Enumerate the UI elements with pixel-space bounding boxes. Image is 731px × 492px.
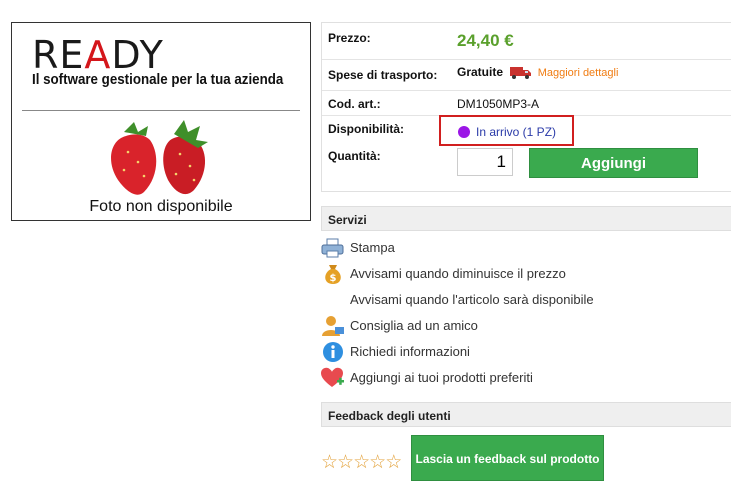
availability-value-group: In arrivo (1 PZ) <box>458 123 556 141</box>
no-photo-caption: Foto non disponibile <box>89 198 233 215</box>
service-label: Consiglia ad un amico <box>350 318 478 333</box>
image-divider <box>22 110 300 111</box>
price-row: Prezzo: 24,40 € <box>322 23 731 60</box>
code-value: DM1050MP3-A <box>457 97 540 111</box>
printer-icon <box>321 238 344 258</box>
availability-highlight: In arrivo (1 PZ) <box>439 115 574 146</box>
shipping-value: Gratuite <box>457 65 504 79</box>
price-value: 24,40 € <box>457 31 514 50</box>
service-label: Aggiungi ai tuoi prodotti preferiti <box>350 370 533 385</box>
shipping-label: Spese di trasporto: <box>328 68 438 82</box>
product-image-box: READY Il software gestionale per la tua … <box>11 22 311 221</box>
feedback-header: Feedback degli utenti <box>321 402 731 427</box>
add-to-cart-button[interactable]: Aggiungi <box>529 148 698 178</box>
truck-icon <box>510 66 532 79</box>
availability-status-dot <box>458 125 470 138</box>
shipping-details-link[interactable]: Maggiori dettagli <box>538 67 619 79</box>
code-row: Cod. art.: DM1050MP3-A <box>322 90 731 116</box>
brand-logo: READY <box>32 33 164 77</box>
star-empty-icon: ☆ <box>353 452 370 473</box>
strawberry-image <box>111 120 208 195</box>
shipping-row: Spese di trasporto: Gratuite Maggiori de… <box>322 59 731 91</box>
services-header: Servizi <box>321 206 731 231</box>
star-empty-icon: ☆ <box>321 452 338 473</box>
code-label: Cod. art.: <box>328 97 381 111</box>
service-label: Richiedi informazioni <box>350 344 470 359</box>
shipping-value-group: Gratuite Maggiori dettagli <box>457 65 618 80</box>
heart-add-icon <box>321 367 344 387</box>
star-empty-icon: ☆ <box>369 452 386 473</box>
service-label: Avvisami quando l'articolo sarà disponib… <box>350 292 594 307</box>
user-share-icon <box>322 316 344 336</box>
star-empty-icon: ☆ <box>337 452 354 473</box>
money-bag-icon: $ <box>325 265 341 284</box>
service-label: Stampa <box>350 240 395 255</box>
star-empty-icon: ☆ <box>385 452 402 473</box>
svg-text:$: $ <box>330 273 337 284</box>
leave-feedback-button[interactable]: Lascia un feedback sul prodotto <box>411 435 604 481</box>
quantity-input[interactable]: 1 <box>457 148 513 176</box>
brand-tagline: Il software gestionale per la tua aziend… <box>32 72 284 88</box>
service-label: Avvisami quando diminuisce il prezzo <box>350 266 566 281</box>
info-icon <box>323 342 343 362</box>
quantity-label: Quantità: <box>328 149 381 163</box>
availability-value: In arrivo (1 PZ) <box>476 124 557 139</box>
availability-label: Disponibilità: <box>328 122 404 136</box>
rating-stars: ☆☆☆☆☆ <box>321 451 402 474</box>
price-label: Prezzo: <box>328 31 371 45</box>
